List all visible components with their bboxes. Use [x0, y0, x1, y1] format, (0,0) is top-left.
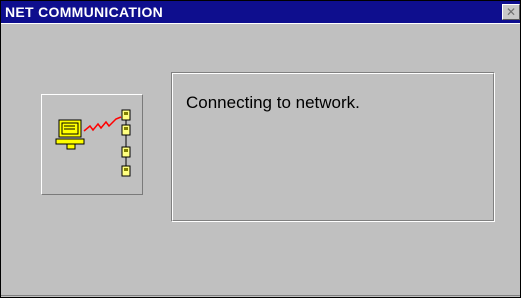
bottom-border: [1, 295, 520, 296]
icon-panel: [41, 94, 143, 195]
network-computer-icon: [55, 109, 131, 177]
message-panel: Connecting to network.: [171, 72, 495, 222]
net-communication-window: NET COMMUNICATION ✕ Connecting to networ…: [0, 0, 521, 298]
close-button[interactable]: ✕: [502, 4, 520, 20]
close-icon: ✕: [505, 5, 517, 19]
window-title: NET COMMUNICATION: [5, 4, 164, 20]
titlebar-divider: [1, 23, 520, 24]
status-message: Connecting to network.: [186, 93, 360, 112]
message-panel-inner: Connecting to network.: [172, 73, 494, 221]
title-bar[interactable]: NET COMMUNICATION ✕: [1, 1, 520, 23]
